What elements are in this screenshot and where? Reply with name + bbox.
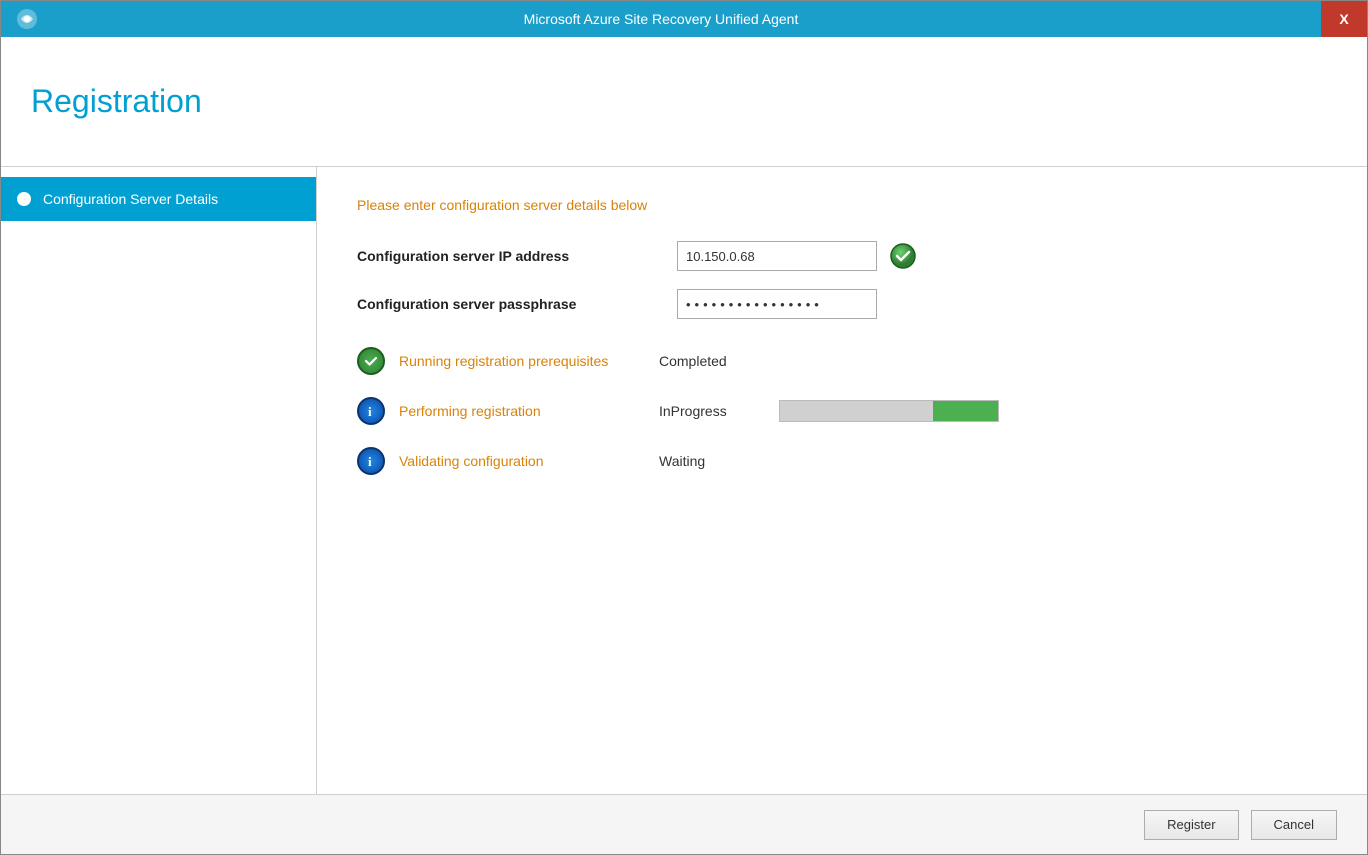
status-row-prerequisites: Running registration prerequisites Compl… (357, 347, 1327, 375)
status-row-validation: i Validating configuration Waiting (357, 447, 1327, 475)
title-bar: Microsoft Azure Site Recovery Unified Ag… (1, 1, 1367, 37)
registration-label: Performing registration (399, 403, 659, 419)
main-window: Microsoft Azure Site Recovery Unified Ag… (0, 0, 1368, 855)
cancel-button[interactable]: Cancel (1251, 810, 1337, 840)
registration-progress-fill (933, 401, 998, 421)
content-instruction: Please enter configuration server detail… (357, 197, 1327, 213)
validation-status: Waiting (659, 453, 779, 469)
svg-text:i: i (368, 454, 372, 469)
passphrase-input[interactable] (677, 289, 877, 319)
registration-status: InProgress (659, 403, 779, 419)
prerequisites-label: Running registration prerequisites (399, 353, 659, 369)
passphrase-label: Configuration server passphrase (357, 296, 677, 312)
validation-label: Validating configuration (399, 453, 659, 469)
sidebar-item-dot (17, 192, 31, 206)
ip-valid-icon (889, 242, 917, 270)
content-panel: Please enter configuration server detail… (317, 167, 1367, 794)
sidebar-item-label: Configuration Server Details (43, 191, 218, 207)
svg-text:i: i (368, 404, 372, 419)
ip-address-label: Configuration server IP address (357, 248, 677, 264)
bottom-bar: Register Cancel (1, 794, 1367, 854)
validation-status-icon: i (357, 447, 385, 475)
sidebar: Configuration Server Details (1, 167, 317, 794)
ip-address-input[interactable] (677, 241, 877, 271)
app-logo (13, 5, 41, 33)
prerequisites-status-icon (357, 347, 385, 375)
main-content: Configuration Server Details Please ente… (1, 167, 1367, 794)
register-button[interactable]: Register (1144, 810, 1238, 840)
registration-progress-bar (779, 400, 999, 422)
ip-address-row: Configuration server IP address (357, 241, 1327, 271)
header-section: Registration (1, 37, 1367, 167)
sidebar-item-configuration-server-details[interactable]: Configuration Server Details (1, 177, 316, 221)
status-section: Running registration prerequisites Compl… (357, 347, 1327, 497)
close-button[interactable]: X (1321, 1, 1367, 37)
page-title: Registration (31, 83, 202, 120)
status-row-registration: i Performing registration InProgress (357, 397, 1327, 425)
passphrase-row: Configuration server passphrase (357, 289, 1327, 319)
registration-status-icon: i (357, 397, 385, 425)
title-bar-title: Microsoft Azure Site Recovery Unified Ag… (41, 11, 1281, 27)
prerequisites-status: Completed (659, 353, 779, 369)
